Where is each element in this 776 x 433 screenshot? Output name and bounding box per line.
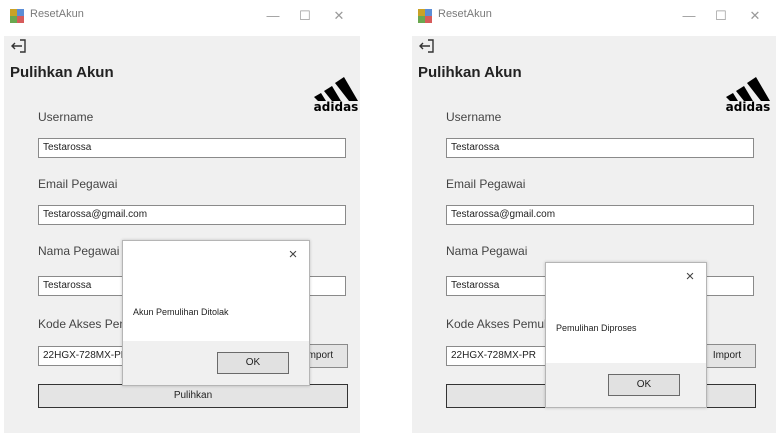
back-arrow-icon[interactable] <box>10 38 28 54</box>
title-bar: ResetAkun — ☐ ✕ <box>4 0 360 36</box>
dialog-close-icon[interactable]: × <box>285 247 301 263</box>
app-icon <box>10 9 24 23</box>
dialog-message: Akun Pemulihan Ditolak <box>133 307 229 317</box>
dialog-footer: OK <box>123 341 309 385</box>
svg-text:adidas: adidas <box>726 100 771 112</box>
message-dialog: × Akun Pemulihan Ditolak OK <box>122 240 310 386</box>
adidas-logo: adidas <box>312 64 360 114</box>
nama-label: Nama Pegawai <box>38 244 120 258</box>
page-title: Pulihkan Akun <box>10 64 114 81</box>
email-label: Email Pegawai <box>446 177 526 191</box>
message-dialog: × Pemulihan Diproses OK <box>545 262 707 408</box>
reset-akun-window-left: ResetAkun — ☐ ✕ Pulihkan Akun adidas Use… <box>4 0 360 433</box>
dialog-footer: OK <box>546 363 706 407</box>
back-arrow-icon[interactable] <box>418 38 436 54</box>
maximize-button[interactable]: ☐ <box>290 4 320 28</box>
username-input[interactable]: Testarossa <box>446 138 754 158</box>
ok-button[interactable]: OK <box>608 374 680 396</box>
username-input[interactable]: Testarossa <box>38 138 346 158</box>
app-icon <box>418 9 432 23</box>
maximize-button[interactable]: ☐ <box>706 4 736 28</box>
page-title: Pulihkan Akun <box>418 64 522 81</box>
email-input[interactable]: Testarossa@gmail.com <box>446 205 754 225</box>
minimize-button[interactable]: — <box>674 4 704 28</box>
window-title: ResetAkun <box>30 8 84 20</box>
username-label: Username <box>38 110 94 124</box>
minimize-button[interactable]: — <box>258 4 288 28</box>
nama-label: Nama Pegawai <box>446 244 528 258</box>
ok-button[interactable]: OK <box>217 352 289 374</box>
svg-text:adidas: adidas <box>314 100 359 112</box>
pulihkan-button[interactable]: Pulihkan <box>38 384 348 408</box>
close-button[interactable]: ✕ <box>740 4 770 28</box>
window-title: ResetAkun <box>438 8 492 20</box>
close-button[interactable]: ✕ <box>324 4 354 28</box>
email-label: Email Pegawai <box>38 177 118 191</box>
reset-akun-window-right: ResetAkun — ☐ ✕ Pulihkan Akun adidas Use… <box>412 0 776 433</box>
username-label: Username <box>446 110 502 124</box>
dialog-message: Pemulihan Diproses <box>556 323 637 333</box>
title-bar: ResetAkun — ☐ ✕ <box>412 0 776 36</box>
adidas-logo: adidas <box>724 64 772 114</box>
email-input[interactable]: Testarossa@gmail.com <box>38 205 346 225</box>
dialog-close-icon[interactable]: × <box>682 269 698 285</box>
